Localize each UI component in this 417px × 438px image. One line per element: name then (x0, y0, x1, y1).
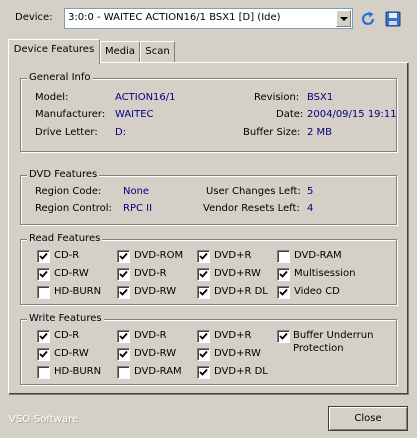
chevron-down-icon[interactable] (336, 10, 351, 27)
read-feature-checkbox[interactable] (197, 250, 210, 263)
model-label: Model: (35, 92, 69, 103)
region-control-value: RPC II (123, 203, 153, 214)
read-feature-label: Multisession (294, 268, 356, 279)
read-feature-checkbox[interactable] (197, 268, 210, 281)
write-feature-checkbox[interactable] (117, 366, 130, 379)
write-feature-label: DVD-RW (134, 348, 177, 359)
read-feature-label: DVD-RW (134, 286, 177, 297)
read-feature-label: CD-R (54, 250, 80, 261)
read-feature-checkbox[interactable] (117, 286, 130, 299)
region-code-label: Region Code: (35, 186, 102, 197)
write-feature-label: DVD-RAM (134, 366, 182, 377)
drive-letter-label: Drive Letter: (35, 127, 98, 138)
date-value: 2004/09/15 19:11 (307, 109, 397, 120)
manufacturer-label: Manufacturer: (35, 109, 106, 120)
checkmark-icon (119, 270, 128, 278)
drive-letter-value: D: (115, 127, 127, 138)
buffer-underrun-label-line1: Buffer Underrun (293, 330, 374, 341)
checkmark-icon (119, 288, 128, 296)
write-feature-checkbox[interactable] (197, 366, 210, 379)
read-feature-checkbox[interactable] (37, 286, 50, 299)
device-select[interactable]: 3:0:0 - WAITEC ACTION16/1 BSX1 [D] (Ide) (64, 8, 353, 29)
checkmark-icon (39, 252, 48, 260)
read-feature-label: DVD+RW (214, 268, 261, 279)
checkmark-icon (199, 332, 208, 340)
write-feature-checkbox[interactable] (117, 348, 130, 361)
read-feature-checkbox[interactable] (117, 250, 130, 263)
read-feature-checkbox[interactable] (277, 286, 290, 299)
refresh-icon[interactable] (359, 10, 377, 28)
user-changes-value: 5 (307, 186, 314, 197)
buffer-size-label: Buffer Size: (243, 127, 301, 138)
read-feature-checkbox[interactable] (197, 286, 210, 299)
write-feature-label: HD-BURN (54, 366, 102, 377)
vendor-resets-label: Vendor Resets Left: (203, 203, 300, 214)
checkmark-icon (39, 350, 48, 358)
checkmark-icon (119, 350, 128, 358)
write-feature-checkbox[interactable] (37, 330, 50, 343)
read-feature-label: DVD-ROM (134, 250, 184, 261)
dvd-features-title: DVD Features (27, 169, 100, 180)
write-feature-label: DVD+R DL (214, 366, 268, 377)
write-feature-label: CD-RW (54, 348, 89, 359)
tab-scan[interactable]: Scan (140, 41, 175, 62)
buffer-size-value: 2 MB (307, 127, 333, 138)
manufacturer-value: WAITEC (115, 109, 154, 120)
write-feature-checkbox[interactable] (37, 366, 50, 379)
read-feature-label: DVD-RAM (294, 250, 342, 261)
region-code-value: None (123, 186, 150, 197)
brand-label: VSO-Software (9, 414, 79, 425)
checkmark-icon (199, 270, 208, 278)
write-feature-label: DVD+RW (214, 348, 261, 359)
read-feature-checkbox[interactable] (277, 250, 290, 263)
save-icon[interactable] (384, 10, 402, 28)
region-control-label: Region Control: (35, 203, 112, 214)
read-feature-label: DVD-R (134, 268, 167, 279)
write-feature-label: CD-R (54, 330, 80, 341)
checkmark-icon (279, 270, 288, 278)
checkmark-icon (199, 350, 208, 358)
revision-value: BSX1 (307, 92, 334, 103)
model-value: ACTION16/1 (115, 92, 176, 103)
revision-label: Revision: (254, 92, 300, 103)
dvd-features-group: DVD Features (20, 169, 397, 225)
checkmark-icon (39, 270, 48, 278)
device-label: Device: (15, 12, 53, 23)
checkmark-icon (39, 332, 48, 340)
read-feature-label: CD-RW (54, 268, 89, 279)
read-features-title: Read Features (27, 233, 103, 244)
read-feature-checkbox[interactable] (37, 268, 50, 281)
close-button[interactable]: Close (328, 406, 408, 431)
user-changes-label: User Changes Left: (206, 186, 301, 197)
read-feature-checkbox[interactable] (37, 250, 50, 263)
write-feature-checkbox[interactable] (197, 348, 210, 361)
checkmark-icon (199, 368, 208, 376)
write-feature-label: DVD+R (214, 330, 252, 341)
write-feature-checkbox[interactable] (117, 330, 130, 343)
date-label: Date: (276, 109, 304, 120)
tab-device-features[interactable]: Device Features (8, 39, 100, 64)
write-feature-checkbox[interactable] (37, 348, 50, 361)
checkmark-icon (119, 252, 128, 260)
buffer-underrun-label-line2: Protection (293, 343, 344, 354)
vendor-resets-value: 4 (307, 203, 314, 214)
write-feature-label: DVD-R (134, 330, 167, 341)
read-feature-label: DVD+R (214, 250, 252, 261)
general-info-title: General Info (27, 72, 93, 83)
write-features-title: Write Features (27, 313, 104, 324)
checkmark-icon (279, 332, 288, 340)
read-feature-label: DVD+R DL (214, 286, 268, 297)
checkmark-icon (119, 332, 128, 340)
checkmark-icon (199, 252, 208, 260)
write-feature-checkbox[interactable] (197, 330, 210, 343)
device-select-value: 3:0:0 - WAITEC ACTION16/1 BSX1 [D] (Ide) (68, 12, 281, 23)
checkmark-icon (279, 288, 288, 296)
read-feature-label: Video CD (294, 286, 340, 297)
tab-media[interactable]: Media (100, 41, 140, 62)
read-feature-checkbox[interactable] (277, 268, 290, 281)
read-feature-label: HD-BURN (54, 286, 102, 297)
read-feature-checkbox[interactable] (117, 268, 130, 281)
checkmark-icon (199, 288, 208, 296)
buffer-underrun-checkbox[interactable] (277, 330, 290, 343)
